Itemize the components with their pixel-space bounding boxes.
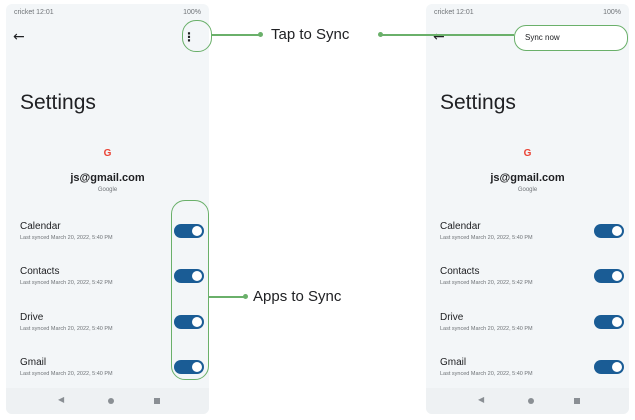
sync-item-calendar[interactable]: Calendar Last synced March 20, 2022, 5:4… — [426, 221, 629, 255]
toggle-knob — [612, 226, 622, 236]
sync-item-label: Contacts — [440, 266, 480, 277]
sync-item-timestamp: Last synced March 20, 2022, 5:40 PM — [20, 371, 113, 377]
status-bar: cricket 12:01 100% — [6, 4, 209, 22]
battery-level: 100% — [183, 9, 201, 16]
sync-item-contacts[interactable]: Contacts Last synced March 20, 2022, 5:4… — [426, 266, 629, 300]
account-email: js@gmail.com — [490, 172, 565, 184]
sync-item-timestamp: Last synced March 20, 2022, 5:42 PM — [20, 280, 113, 286]
apps-to-sync-connector — [208, 296, 246, 298]
nav-back-icon[interactable]: ◀ — [478, 395, 484, 404]
sync-item-label: Calendar — [440, 221, 481, 232]
sync-now-menu-item[interactable]: Sync now — [525, 33, 560, 42]
sync-item-label: Gmail — [20, 357, 47, 368]
battery-level: 100% — [603, 9, 621, 16]
top-app-bar: ← ⋮ — [6, 26, 209, 50]
status-bar: cricket 12:01 100% — [426, 4, 629, 22]
toggles-highlight — [171, 200, 209, 380]
phone-screen-right: cricket 12:01 100% ← Sync now Settings G… — [426, 4, 629, 414]
sync-item-timestamp: Last synced March 20, 2022, 5:40 PM — [440, 371, 533, 377]
toggle-knob — [612, 317, 622, 327]
nav-recents-icon[interactable] — [574, 398, 580, 404]
connector-dot — [258, 32, 263, 37]
google-icon: G — [523, 148, 532, 159]
sync-item-timestamp: Last synced March 20, 2022, 5:40 PM — [440, 326, 533, 332]
sync-toggle-drive[interactable] — [594, 315, 624, 329]
account-provider: Google — [517, 187, 538, 193]
nav-back-icon[interactable]: ◀ — [58, 395, 64, 404]
sync-item-label: Drive — [20, 312, 44, 323]
account-provider: Google — [97, 187, 118, 193]
tap-to-sync-connector-right — [381, 34, 514, 36]
sync-toggle-calendar[interactable] — [594, 224, 624, 238]
connector-dot — [243, 294, 248, 299]
navigation-bar: ◀ — [426, 388, 629, 414]
sync-item-timestamp: Last synced March 20, 2022, 5:42 PM — [440, 280, 533, 286]
page-title: Settings — [440, 91, 516, 114]
nav-home-icon[interactable] — [528, 398, 534, 404]
back-arrow-icon[interactable]: ← — [13, 28, 25, 46]
nav-home-icon[interactable] — [108, 398, 114, 404]
toggle-knob — [612, 362, 622, 372]
carrier-time: cricket 12:01 — [14, 9, 54, 16]
sync-item-label: Calendar — [20, 221, 61, 232]
sync-item-label: Contacts — [20, 266, 60, 277]
sync-item-timestamp: Last synced March 20, 2022, 5:40 PM — [20, 326, 113, 332]
overflow-menu-highlight — [182, 20, 212, 52]
sync-toggle-contacts[interactable] — [594, 269, 624, 283]
page-title: Settings — [20, 91, 96, 114]
sync-item-timestamp: Last synced March 20, 2022, 5:40 PM — [20, 235, 113, 241]
sync-item-timestamp: Last synced March 20, 2022, 5:40 PM — [440, 235, 533, 241]
sync-item-drive[interactable]: Drive Last synced March 20, 2022, 5:40 P… — [426, 312, 629, 346]
sync-item-label: Gmail — [440, 357, 467, 368]
sync-item-gmail[interactable]: Gmail Last synced March 20, 2022, 5:40 P… — [426, 357, 629, 391]
overflow-menu: Sync now — [514, 25, 628, 51]
tap-to-sync-callout: Tap to Sync — [271, 26, 350, 43]
google-icon: G — [103, 148, 112, 159]
nav-recents-icon[interactable] — [154, 398, 160, 404]
account-email: js@gmail.com — [70, 172, 145, 184]
sync-item-label: Drive — [440, 312, 464, 323]
apps-to-sync-callout: Apps to Sync — [253, 288, 342, 305]
carrier-time: cricket 12:01 — [434, 9, 474, 16]
toggle-knob — [612, 271, 622, 281]
back-arrow-icon[interactable]: ← — [433, 28, 445, 46]
tap-to-sync-connector-left — [211, 34, 261, 36]
navigation-bar: ◀ — [6, 388, 209, 414]
sync-toggle-gmail[interactable] — [594, 360, 624, 374]
